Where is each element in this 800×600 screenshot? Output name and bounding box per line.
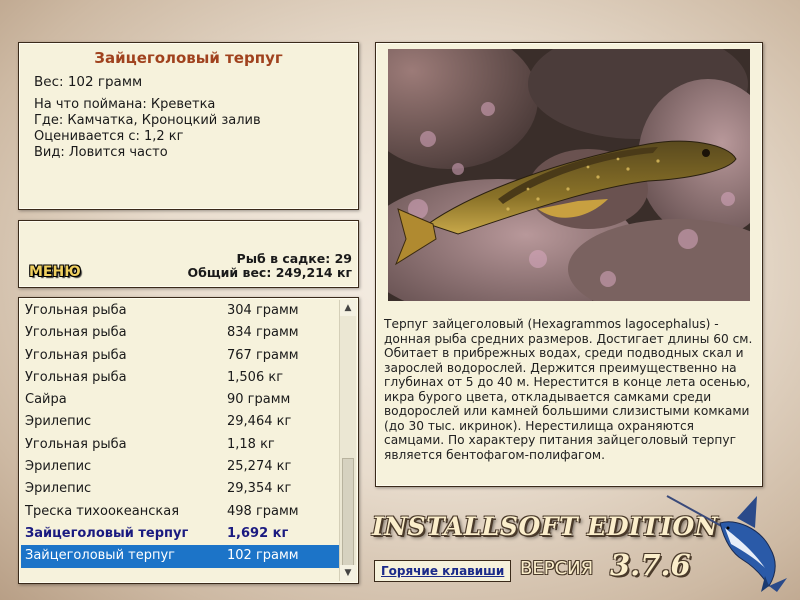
list-item-name: Треска тихоокеанская [25,503,180,519]
list-item-weight: 498 грамм [227,503,299,519]
list-item-name: Эрилепис [25,459,92,475]
fish-illustration [388,49,750,301]
version-label: ВЕРСИЯ [520,558,594,579]
list-scrollbar[interactable]: ▲ ▼ [339,300,356,581]
total-weight: Общий вес: 249,214 кг [187,265,353,280]
keepnet-stats: Рыб в садке: 29 Общий вес: 249,214 кг [188,252,353,280]
list-item[interactable]: Угольная рыба 767 грамм [21,345,339,367]
fish-count: Рыб в садке: 29 [236,251,352,266]
list-item[interactable]: Угольная рыба 1,18 кг [21,434,339,456]
list-item-weight: 834 грамм [227,325,299,341]
list-item[interactable]: Зайцеголовый терпуг 102 грамм [21,545,339,568]
fish-photo [388,49,750,301]
fish-weight: Вес: 102 грамм [34,74,143,90]
scroll-down-icon[interactable]: ▼ [340,565,356,581]
list-item-weight: 304 грамм [227,303,299,318]
list-item-name: Сайра [25,392,67,408]
list-item-name: Угольная рыба [25,369,127,385]
fish-title: Зайцеголовый терпуг [94,49,283,67]
catch-info-panel: Зайцеголовый терпуг Вес: 102 грамм На чт… [18,42,359,210]
valued-from-text: Оценивается с: 1,2 кг [34,129,184,144]
bait-text: На что поймана: Креветка [34,97,216,112]
list-item[interactable]: Эрилепис 29,354 кг [21,478,339,500]
list-item-weight: 767 грамм [227,347,299,363]
frequency-text: Вид: Ловится часто [34,145,168,160]
list-item[interactable]: Сайра 90 грамм [21,389,339,411]
list-item[interactable]: Зайцеголовый терпуг 1,692 кг [21,523,339,545]
list-item[interactable]: Угольная рыба 1,506 кг [21,367,339,389]
list-item[interactable]: Эрилепис 25,274 кг [21,456,339,478]
fish-photo-panel: Терпуг зайцеголовый (Hexagrammos lagocep… [375,42,763,487]
list-item-name: Угольная рыба [25,436,127,452]
keepnet-stats-panel: МЕНЮ Рыб в садке: 29 Общий вес: 249,214 … [18,220,359,288]
list-item-weight: 90 грамм [227,392,291,408]
list-item-name: Угольная рыба [25,303,127,318]
list-item-weight: 25,274 кг [227,459,292,475]
list-item-weight: 29,354 кг [227,481,292,497]
list-item[interactable]: Эрилепис 29,464 кг [21,411,339,433]
list-item[interactable]: Угольная рыба 834 грамм [21,322,339,344]
list-item[interactable]: Треска тихоокеанская 498 грамм [21,501,339,523]
catch-list-rows: Угольная рыба 304 грамм Угольная рыба 834 г… [21,300,339,568]
location-text: Где: Камчатка, Кроноцкий залив [34,113,261,128]
list-item-weight: 102 грамм [227,548,299,564]
list-item-name: Угольная рыба [25,325,127,341]
marlin-logo-icon [666,495,787,592]
hotkeys-link[interactable]: Горячие клавиши [374,560,512,582]
list-item-name: Эрилепис [25,414,92,430]
scroll-up-icon[interactable]: ▲ [340,300,356,316]
list-item-name: Эрилепис [25,481,92,497]
fish-description: Терпуг зайцеголовый (Hexagrammos lagocep… [384,317,753,462]
list-item-name: Угольная рыба [25,347,127,363]
list-item-name: Зайцеголовый терпуг [25,548,175,564]
menu-button[interactable]: МЕНЮ [29,264,81,280]
list-item-name: Зайцеголовый терпуг [25,525,189,541]
list-item[interactable]: Угольная рыба 304 грамм [21,300,339,322]
list-item-weight: 29,464 кг [227,414,292,430]
list-item-weight: 1,506 кг [227,369,284,385]
list-item-weight: 1,18 кг [227,436,275,452]
catch-list: Угольная рыба 304 грамм Угольная рыба 834 г… [18,297,359,584]
fish-details: На что поймана: Креветка Где: Камчатка, … [34,97,261,161]
list-item-weight: 1,692 кг [227,525,289,541]
scroll-thumb[interactable] [342,458,354,566]
